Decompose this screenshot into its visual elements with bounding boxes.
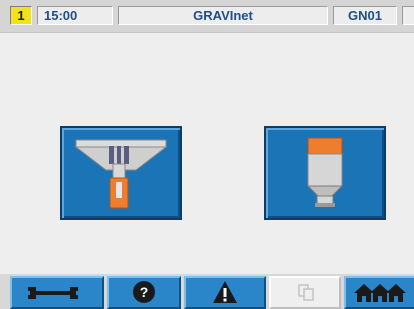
home-icon bbox=[354, 284, 406, 302]
copy-icon bbox=[298, 284, 314, 301]
feeder-hopper-icon bbox=[306, 137, 344, 207]
wrench-icon bbox=[26, 287, 80, 299]
gravimetric-system-icon bbox=[74, 139, 168, 209]
gravinet-screen: 1 15:00 GRAVInet GN01 ? bbox=[0, 0, 414, 309]
warning-icon bbox=[213, 281, 237, 303]
gravimetric-system-button[interactable] bbox=[60, 126, 182, 220]
svg-text:?: ? bbox=[140, 284, 149, 300]
home-button[interactable] bbox=[344, 276, 414, 309]
alarms-button[interactable] bbox=[184, 276, 266, 309]
header-extra-cell bbox=[402, 6, 414, 25]
help-icon: ? bbox=[133, 281, 155, 303]
help-button[interactable]: ? bbox=[107, 276, 181, 309]
clock-time: 15:00 bbox=[37, 6, 113, 25]
bottom-toolbar: ? bbox=[0, 274, 414, 309]
feeder-button[interactable] bbox=[264, 126, 386, 220]
device-code: GN01 bbox=[333, 6, 397, 25]
copy-button[interactable] bbox=[269, 276, 341, 309]
app-title: GRAVInet bbox=[118, 6, 328, 25]
header-bar: 1 15:00 GRAVInet GN01 bbox=[0, 0, 414, 33]
station-number: 1 bbox=[10, 6, 32, 25]
settings-button[interactable] bbox=[10, 276, 104, 309]
